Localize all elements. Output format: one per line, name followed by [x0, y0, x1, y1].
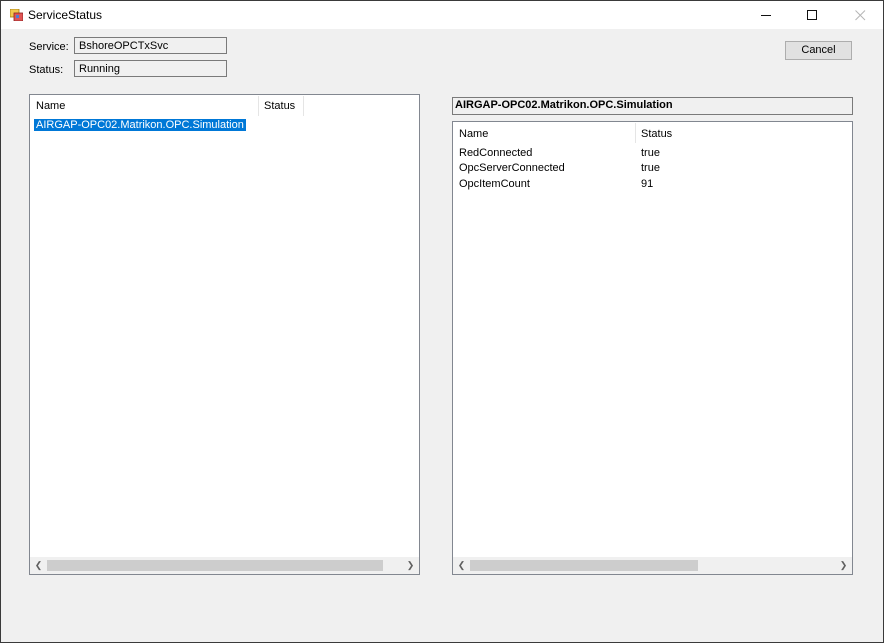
server-details-list[interactable]: Name Status RedConnected true OpcServerC…: [452, 121, 853, 575]
close-icon: [854, 9, 865, 20]
list-item[interactable]: OpcItemCount 91: [459, 178, 839, 192]
services-list[interactable]: Name Status AIRGAP-OPC02.Matrikon.OPC.Si…: [29, 94, 420, 575]
list-header: Name Status: [453, 122, 852, 144]
close-button[interactable]: [837, 1, 883, 29]
service-field[interactable]: BshoreOPCTxSvc: [74, 37, 227, 54]
scroll-left-icon[interactable]: ❮: [453, 557, 470, 574]
title-bar[interactable]: ServiceStatus: [1, 1, 883, 29]
scroll-right-icon[interactable]: ❯: [835, 557, 852, 574]
scroll-left-icon[interactable]: ❮: [30, 557, 47, 574]
status-label: Status:: [29, 64, 64, 76]
selected-server-caption: AIRGAP-OPC02.Matrikon.OPC.Simulation: [452, 97, 853, 115]
column-divider[interactable]: [258, 96, 259, 116]
list-item[interactable]: AIRGAP-OPC02.Matrikon.OPC.Simulation: [34, 119, 414, 133]
maximize-icon: [806, 9, 817, 20]
column-header-name[interactable]: Name: [36, 100, 65, 112]
list-item[interactable]: RedConnected true: [459, 147, 839, 161]
list-item-name: OpcServerConnected: [459, 162, 565, 174]
status-field[interactable]: Running: [74, 60, 227, 77]
column-header-name[interactable]: Name: [459, 128, 488, 140]
column-header-status[interactable]: Status: [641, 128, 672, 140]
column-header-status[interactable]: Status: [264, 100, 295, 112]
scrollbar-thumb[interactable]: [470, 560, 698, 571]
column-divider[interactable]: [303, 96, 304, 116]
list-item-name[interactable]: AIRGAP-OPC02.Matrikon.OPC.Simulation: [34, 119, 246, 131]
horizontal-scrollbar[interactable]: ❮ ❯: [453, 557, 852, 574]
list-item-status: true: [641, 162, 660, 174]
list-item-name: OpcItemCount: [459, 178, 530, 190]
app-icon: [9, 8, 24, 22]
service-label: Service:: [29, 41, 69, 53]
minimize-icon: [760, 14, 771, 16]
list-item-name: RedConnected: [459, 147, 533, 159]
scroll-right-icon[interactable]: ❯: [402, 557, 419, 574]
list-item[interactable]: OpcServerConnected true: [459, 162, 839, 176]
window-title: ServiceStatus: [28, 8, 103, 22]
maximize-button[interactable]: [789, 1, 835, 29]
list-item-status: true: [641, 147, 660, 159]
cancel-button[interactable]: Cancel: [785, 41, 852, 60]
service-status-window: ServiceStatus Service: BshoreOPCTxSvc St…: [0, 0, 884, 643]
horizontal-scrollbar[interactable]: ❮ ❯: [30, 557, 419, 574]
column-divider[interactable]: [635, 123, 636, 143]
minimize-button[interactable]: [743, 1, 789, 29]
scrollbar-thumb[interactable]: [47, 560, 383, 571]
list-item-status: 91: [641, 178, 654, 190]
list-header: Name Status: [30, 95, 419, 117]
